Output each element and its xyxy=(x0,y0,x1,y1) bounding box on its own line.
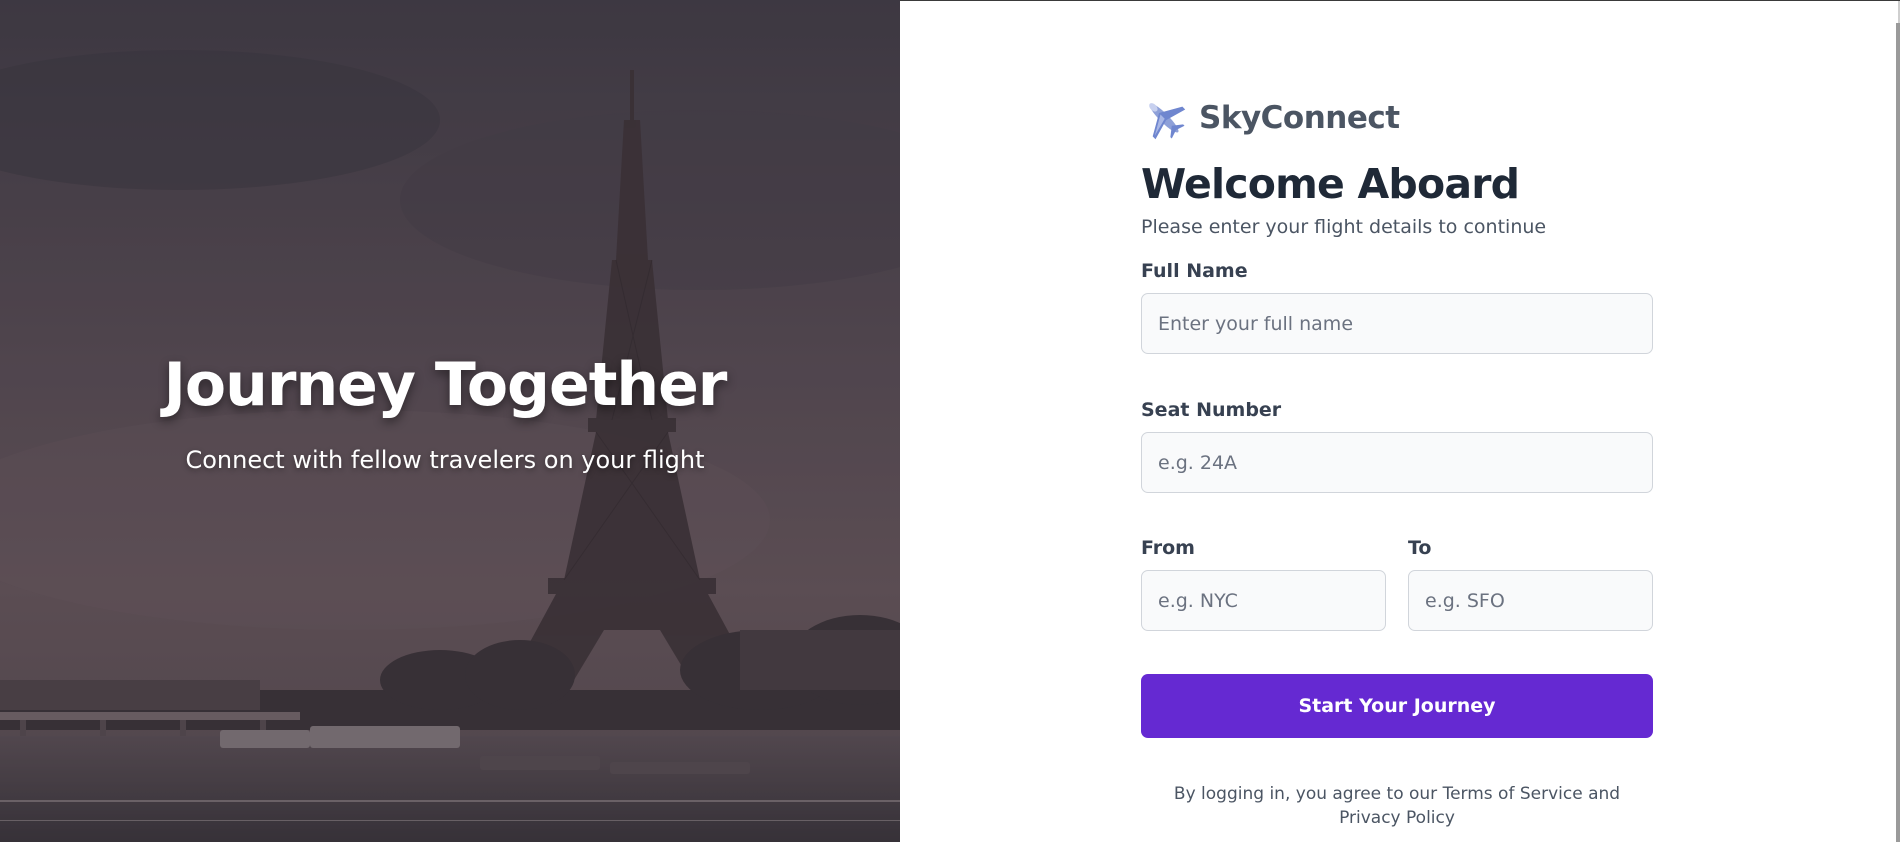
hero-subtitle: Connect with fellow travelers on your fl… xyxy=(185,446,705,474)
full-name-group: Full Name xyxy=(1141,260,1653,354)
from-group: From xyxy=(1141,537,1386,631)
scrollbar-thumb[interactable] xyxy=(1896,23,1900,842)
terms-notice: By logging in, you agree to our Terms of… xyxy=(1173,784,1621,828)
hero-text-block: Journey Together Connect with fellow tra… xyxy=(0,0,890,842)
from-label: From xyxy=(1141,537,1195,559)
login-page: Journey Together Connect with fellow tra… xyxy=(0,0,1900,842)
welcome-heading: Welcome Aboard xyxy=(1141,160,1520,208)
full-name-label: Full Name xyxy=(1141,260,1248,282)
airplane-icon xyxy=(1141,95,1187,141)
login-form-panel: SkyConnect Welcome Aboard Please enter y… xyxy=(900,0,1900,842)
seat-number-group: Seat Number xyxy=(1141,399,1653,493)
hero-panel: Journey Together Connect with fellow tra… xyxy=(0,0,900,842)
to-input[interactable] xyxy=(1408,570,1653,631)
route-row: From To xyxy=(1141,537,1653,631)
from-input[interactable] xyxy=(1141,570,1386,631)
to-label: To xyxy=(1408,537,1432,559)
login-form: SkyConnect Welcome Aboard Please enter y… xyxy=(1141,93,1653,830)
to-group: To xyxy=(1408,537,1653,631)
start-journey-button[interactable]: Start Your Journey xyxy=(1141,674,1653,738)
brand-name: SkyConnect xyxy=(1199,100,1400,136)
brand-header: SkyConnect xyxy=(1141,93,1653,143)
hero-title: Journey Together xyxy=(163,350,728,420)
welcome-subheading: Please enter your flight details to cont… xyxy=(1141,216,1547,238)
seat-number-input[interactable] xyxy=(1141,432,1653,493)
seat-number-label: Seat Number xyxy=(1141,399,1282,421)
full-name-input[interactable] xyxy=(1141,293,1653,354)
